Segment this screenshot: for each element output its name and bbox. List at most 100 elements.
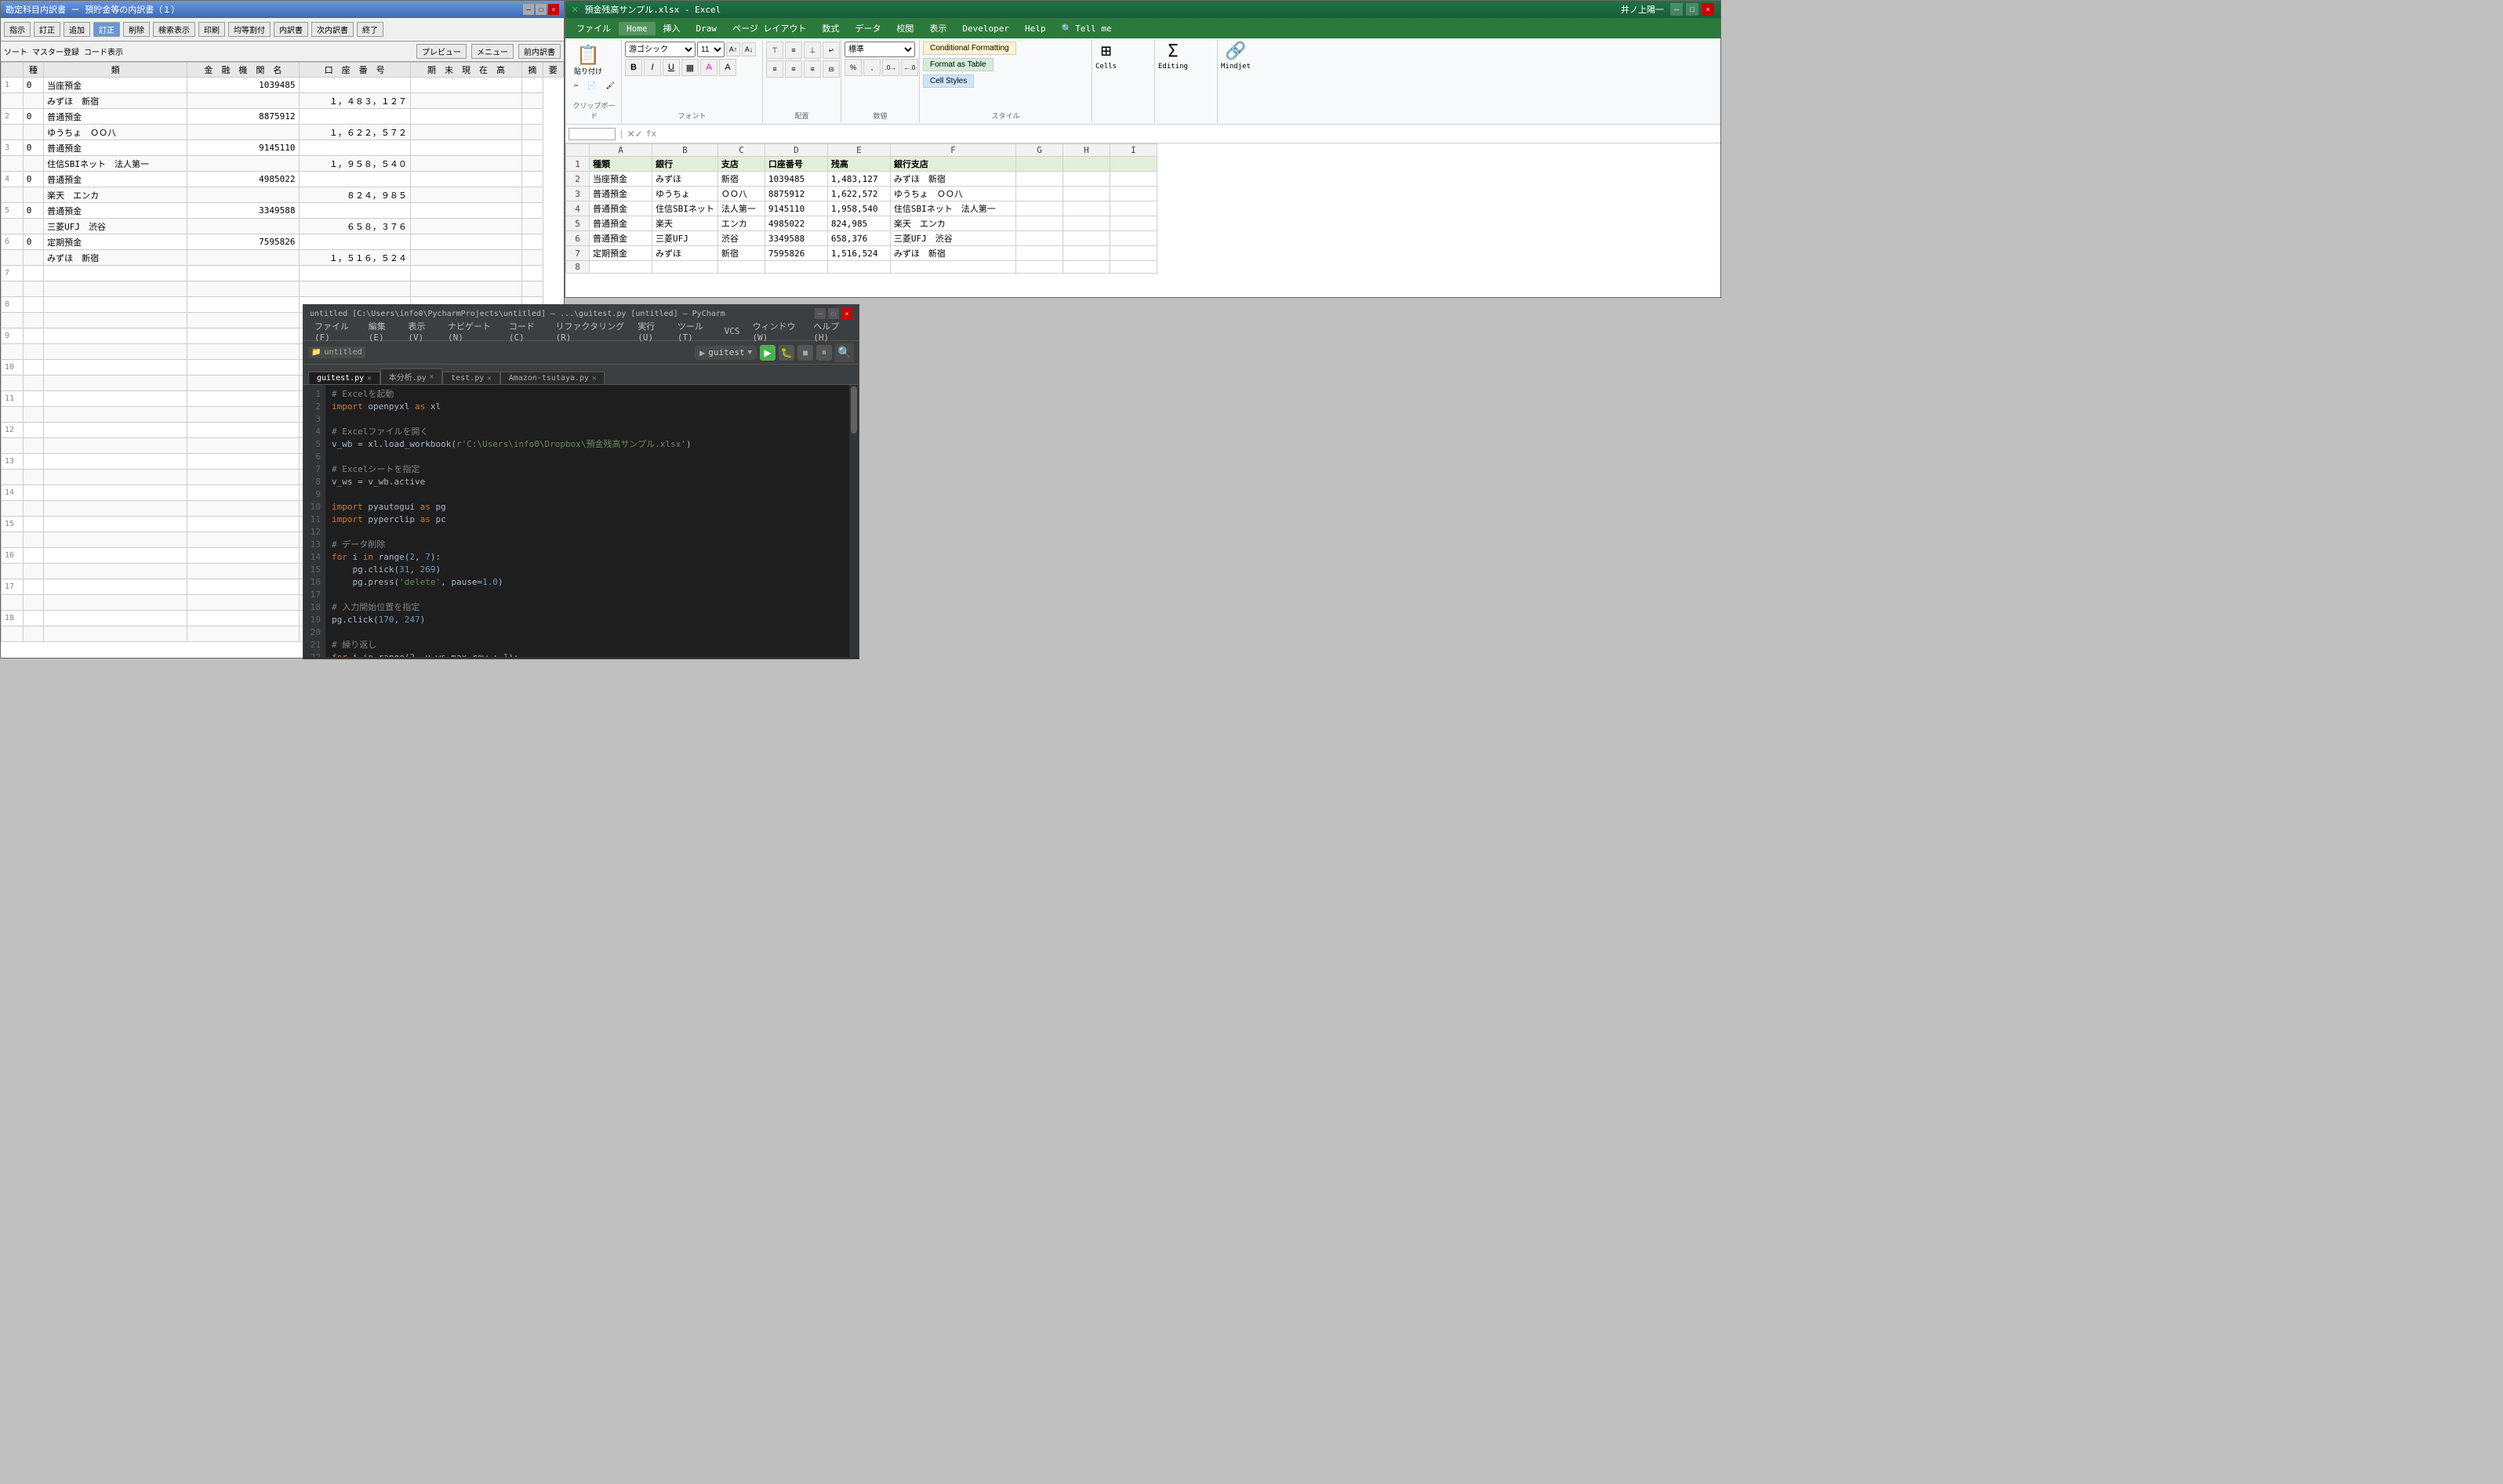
excel-cell-3-1[interactable]: ゆうちょ — [652, 187, 718, 201]
pause-btn[interactable]: ⏸ — [816, 345, 832, 361]
minimize-btn[interactable]: ─ — [523, 4, 534, 15]
tab-guitest[interactable]: guitest.py ✕ — [308, 372, 380, 384]
menu-draw[interactable]: Draw — [688, 22, 725, 35]
excel-cell-7-1[interactable]: みずほ — [652, 246, 718, 261]
excel-cell-8-8[interactable] — [1110, 261, 1157, 274]
paste-btn[interactable]: 📋 貼り付け — [570, 42, 606, 78]
col-h[interactable]: H — [1063, 144, 1110, 157]
excel-minimize[interactable]: ─ — [1670, 3, 1683, 16]
excel-cell-3-0[interactable]: 普通預金 — [590, 187, 652, 201]
py-menu-file[interactable]: ファイル(F) — [308, 318, 362, 344]
number-format-select[interactable]: 標準 — [845, 42, 915, 57]
cut-btn[interactable]: ✂ — [570, 80, 582, 93]
excel-cell-8-1[interactable] — [652, 261, 718, 274]
maximize-btn[interactable]: □ — [536, 4, 547, 15]
menu-view[interactable]: 表示 — [921, 20, 954, 36]
py-scrollbar[interactable] — [849, 385, 859, 657]
excel-cell-4-7[interactable] — [1063, 201, 1110, 216]
menu-file[interactable]: ファイル — [569, 20, 619, 36]
excel-cell-4-2[interactable]: 法人第一 — [717, 201, 765, 216]
menu-help[interactable]: Help — [1017, 22, 1054, 35]
toolbar-teisei2[interactable]: 訂正 — [93, 22, 120, 37]
confirm-formula-btn[interactable]: ✓ — [635, 129, 643, 140]
excel-cell-5-5[interactable]: 楽天 エンカ — [890, 216, 1015, 231]
excel-cell-8-5[interactable] — [890, 261, 1015, 274]
run-btn[interactable]: ▶ — [760, 345, 776, 361]
excel-cell-2-0[interactable]: 当座預金 — [590, 172, 652, 187]
menu-insert[interactable]: 挿入 — [656, 20, 688, 36]
font-name-select[interactable]: 游ゴシック — [625, 42, 696, 57]
excel-cell-8-6[interactable] — [1015, 261, 1063, 274]
font-inc-btn[interactable]: A↑ — [726, 42, 740, 56]
run-config-dropdown[interactable]: ▼ — [748, 349, 752, 357]
toolbar-naizyakusho[interactable]: 内訳書 — [274, 22, 308, 37]
align-top-btn[interactable]: ⊤ — [766, 42, 783, 59]
toolbar-teisei1[interactable]: 訂正 — [34, 22, 60, 37]
excel-cell-6-6[interactable] — [1015, 231, 1063, 246]
py-menu-help[interactable]: ヘルプ(H) — [807, 318, 854, 344]
excel-cell-1-0[interactable]: 種類 — [590, 157, 652, 172]
col-b[interactable]: B — [652, 144, 718, 157]
close-btn[interactable]: × — [548, 4, 559, 15]
excel-cell-2-5[interactable]: みずほ 新宿 — [890, 172, 1015, 187]
excel-cell-1-8[interactable] — [1110, 157, 1157, 172]
tab-honbun-close[interactable]: ✕ — [430, 373, 434, 381]
toolbar-shiji[interactable]: 指示 — [4, 22, 31, 37]
toolbar-insatsu[interactable]: 印刷 — [198, 22, 225, 37]
excel-cell-7-2[interactable]: 新宿 — [717, 246, 765, 261]
excel-close[interactable]: × — [1702, 3, 1714, 16]
col-f[interactable]: F — [890, 144, 1015, 157]
excel-cell-4-6[interactable] — [1015, 201, 1063, 216]
excel-cell-2-7[interactable] — [1063, 172, 1110, 187]
col-d[interactable]: D — [765, 144, 827, 157]
excel-cell-5-8[interactable] — [1110, 216, 1157, 231]
pycharm-close[interactable]: × — [841, 308, 852, 319]
align-right-btn[interactable]: ≡ — [804, 60, 821, 78]
menu-developer[interactable]: Developer — [954, 22, 1017, 35]
excel-cell-1-1[interactable]: 銀行 — [652, 157, 718, 172]
excel-cell-3-5[interactable]: ゆうちょ ＯＯ八 — [890, 187, 1015, 201]
py-menu-navigate[interactable]: ナビゲート(N) — [441, 318, 503, 344]
col-g[interactable]: G — [1015, 144, 1063, 157]
excel-cell-7-5[interactable]: みずほ 新宿 — [890, 246, 1015, 261]
debug-btn[interactable]: 🐛 — [779, 345, 794, 361]
excel-cell-4-0[interactable]: 普通預金 — [590, 201, 652, 216]
excel-cell-3-8[interactable] — [1110, 187, 1157, 201]
excel-cell-1-2[interactable]: 支店 — [717, 157, 765, 172]
excel-cell-1-7[interactable] — [1063, 157, 1110, 172]
excel-cell-4-5[interactable]: 住信SBIネット 法人第一 — [890, 201, 1015, 216]
excel-cell-6-3[interactable]: 3349588 — [765, 231, 827, 246]
excel-maximize[interactable]: □ — [1686, 3, 1698, 16]
excel-cell-8-4[interactable] — [827, 261, 890, 274]
toolbar-next[interactable]: 次内訳書 — [311, 22, 354, 37]
pycharm-maximize[interactable]: □ — [828, 308, 839, 319]
excel-cell-4-3[interactable]: 9145110 — [765, 201, 827, 216]
comma-btn[interactable]: , — [863, 59, 881, 76]
excel-cell-6-4[interactable]: 658,376 — [827, 231, 890, 246]
align-middle-btn[interactable]: ≡ — [785, 42, 802, 59]
excel-cell-4-4[interactable]: 1,958,540 — [827, 201, 890, 216]
excel-cell-7-0[interactable]: 定期預金 — [590, 246, 652, 261]
merge-btn[interactable]: ⊟ — [823, 60, 840, 78]
excel-cell-8-7[interactable] — [1063, 261, 1110, 274]
cell-styles-btn[interactable]: Cell Styles — [923, 74, 974, 88]
col-i[interactable]: I — [1110, 144, 1157, 157]
bold-btn[interactable]: B — [625, 59, 642, 76]
cancel-formula-btn[interactable]: ✕ — [627, 129, 635, 140]
toolbar-end[interactable]: 終了 — [357, 22, 383, 37]
col-a[interactable]: A — [590, 144, 652, 157]
excel-cell-5-2[interactable]: エンカ — [717, 216, 765, 231]
align-center-btn[interactable]: ≡ — [785, 60, 802, 78]
py-menu-run[interactable]: 実行(U) — [631, 318, 671, 344]
stop-btn[interactable]: ■ — [797, 345, 813, 361]
excel-cell-3-3[interactable]: 8875912 — [765, 187, 827, 201]
excel-cell-5-7[interactable] — [1063, 216, 1110, 231]
tab-test[interactable]: test.py ✕ — [442, 372, 500, 384]
excel-cell-2-4[interactable]: 1,483,127 — [827, 172, 890, 187]
excel-cell-8-3[interactable] — [765, 261, 827, 274]
excel-cell-7-6[interactable] — [1015, 246, 1063, 261]
formula-input[interactable] — [659, 129, 1717, 140]
copy-btn[interactable]: 📄 — [583, 80, 600, 93]
col-e[interactable]: E — [827, 144, 890, 157]
toolbar-kintouwaritsu[interactable]: 均等割付 — [228, 22, 271, 37]
